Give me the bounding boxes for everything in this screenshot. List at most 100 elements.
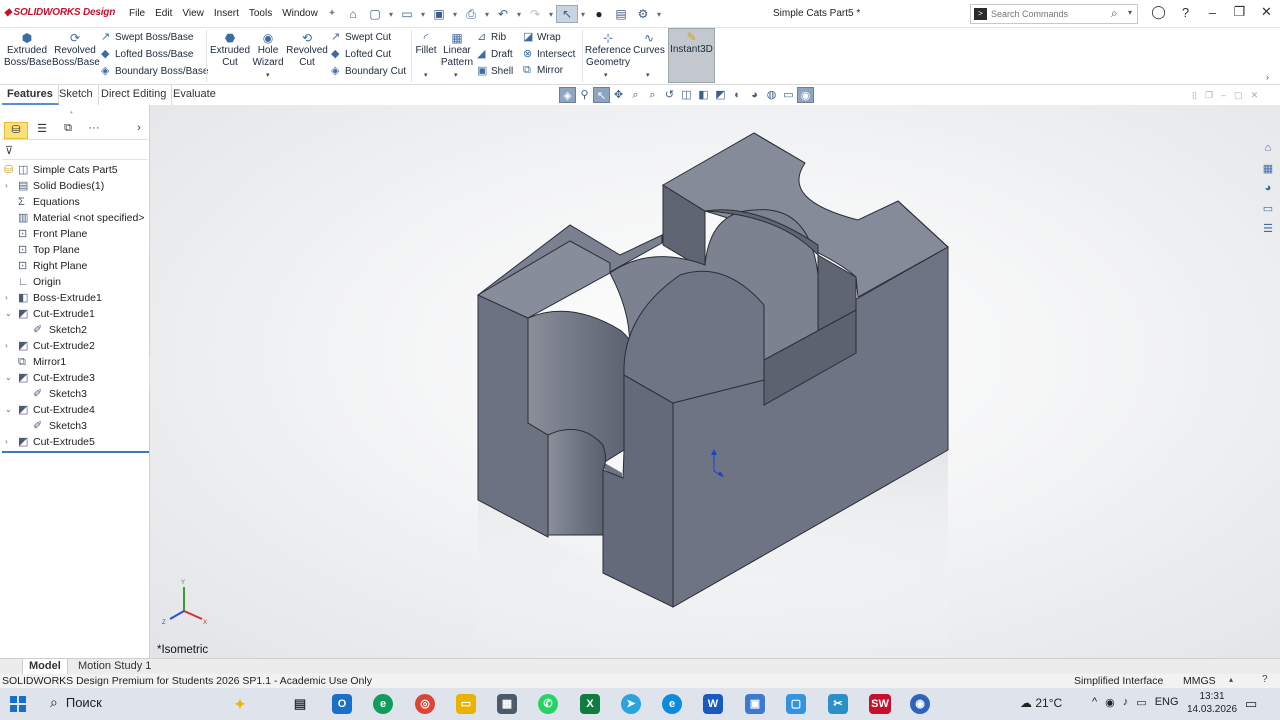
excel-icon[interactable]: X [580,694,600,714]
chevron-down-icon[interactable]: ▾ [514,5,524,23]
chevron-down-icon[interactable]: ▾ [646,71,650,79]
tree-item[interactable]: › ◩ Cut-Extrude5 [0,434,149,450]
appearances-icon[interactable]: ◕ [1256,182,1280,200]
realview-icon[interactable]: ◉ [797,87,814,103]
chevron-right-icon[interactable]: › [5,178,8,194]
chevron-down-icon[interactable]: ▾ [424,71,428,79]
taskbar-search[interactable]: ⌕ Поиск [50,694,102,711]
panel-grip[interactable]: • [70,108,73,117]
menu-edit[interactable]: Edit [150,8,177,19]
snipping-tool-icon[interactable]: ✂ [828,694,848,714]
tree-item[interactable]: ⊡ Front Plane [0,226,149,242]
tree-item[interactable]: ∟ Origin [0,274,149,290]
tab-motion-study[interactable]: Motion Study 1 [72,659,157,675]
menu-file[interactable]: File [124,8,150,19]
whatsapp-icon[interactable]: ✆ [538,694,558,714]
chevron-up-icon[interactable]: ^ [1092,696,1097,709]
scene-icon[interactable]: ◍ [763,87,780,103]
print-icon[interactable]: ⎙ [460,5,482,23]
draft-button[interactable]: ◢ Draft [477,47,513,60]
undo-icon[interactable]: ↶ [492,5,514,23]
tab-evaluate[interactable]: Evaluate [168,85,221,105]
open-folder-icon[interactable]: ▭ [396,5,418,23]
word-icon[interactable]: W [703,694,723,714]
chevron-down-icon[interactable]: ▾ [1128,8,1132,17]
menu-tools[interactable]: Tools [244,8,277,19]
chevron-right-icon[interactable]: › [1266,72,1269,82]
telegram-icon[interactable]: ➤ [621,694,641,714]
tree-item[interactable]: ✐ Sketch3 [0,418,149,434]
chevron-right-icon[interactable]: › [5,290,8,306]
solidworks-logo[interactable]: ◆ SOLIDWORKS Design [4,7,115,18]
curves-button[interactable]: ∿ Curves [632,30,666,57]
tree-item[interactable]: ✐ Sketch2 [0,322,149,338]
lofted-cut-button[interactable]: ◆ Lofted Cut [331,47,391,60]
intersect-button[interactable]: ⊗ Intersect [523,47,575,60]
chevron-down-icon[interactable]: ⌄ [5,402,12,418]
zoom-to-area-icon[interactable]: ⚲ [576,87,593,103]
more-tabs-icon[interactable]: ··· [82,122,106,139]
maximize-icon[interactable]: ▢ [1234,90,1243,101]
redo-icon[interactable]: ↷ [524,5,546,23]
media-icon[interactable]: ▢ [786,694,806,714]
task-view-icon[interactable]: ▤ [290,694,310,714]
user-account-icon[interactable]: ◯ [1145,4,1172,20]
boundary-boss-button[interactable]: ◈ Boundary Boss/Base [101,64,208,77]
solidworks-taskbar-icon[interactable]: SW [869,694,891,714]
chevron-down-icon[interactable]: ▾ [654,5,664,23]
zoom-to-fit-icon[interactable]: ◈ [559,87,576,103]
tree-item[interactable]: ⌄ ◩ Cut-Extrude3 [0,370,149,386]
wrap-button[interactable]: ◪ Wrap [523,30,561,43]
chevron-down-icon[interactable]: ▾ [418,5,428,23]
chevron-down-icon[interactable]: ▾ [450,5,460,23]
display-style-icon[interactable]: ◩ [712,87,729,103]
feature-manager-tab-icon[interactable]: ⛁ [4,122,28,139]
linear-pattern-button[interactable]: ▦ Linear Pattern [440,30,474,69]
mirror-button[interactable]: ⧉ Mirror [523,64,563,77]
pan-icon[interactable]: ✥ [610,87,627,103]
tree-item[interactable]: › ◩ Cut-Extrude2 [0,338,149,354]
property-manager-tab-icon[interactable]: ☰ [30,122,54,139]
boundary-cut-button[interactable]: ◈ Boundary Cut [331,64,406,77]
tree-item[interactable]: › ◧ Boss-Extrude1 [0,290,149,306]
restore-button[interactable]: ❐ [1226,4,1253,20]
revolved-boss-button[interactable]: ⟳ Revolved Boss/Base [52,30,100,69]
outlook-icon[interactable]: O [332,694,352,714]
swept-cut-button[interactable]: ↗ Swept Cut [331,30,391,43]
zoom-icon[interactable]: ⌕ [627,87,644,103]
extruded-boss-button[interactable]: ⬢ Extruded Boss/Base [4,30,52,69]
view-settings-icon[interactable]: ▭ [780,87,797,103]
pin-icon[interactable]: ✦ [323,8,341,19]
minimize-icon[interactable]: – [1221,90,1226,101]
tree-item[interactable]: ▥ Material <not specified> [0,210,149,226]
custom-properties-icon[interactable]: ☰ [1256,222,1280,240]
section-view-icon[interactable]: ◫ [678,87,695,103]
notification-icon[interactable]: ▭ [1245,696,1257,712]
store-icon[interactable]: ▣ [745,694,765,714]
taskbar-clock[interactable]: 13:31 14.03.2026 [1187,690,1237,716]
tile-icon[interactable]: ▯ [1192,90,1197,101]
chevron-right-icon[interactable]: › [5,338,8,354]
zoom-area-icon[interactable]: ⌕ [644,87,661,103]
unit-system[interactable]: MMGS [1183,675,1216,687]
tree-item[interactable]: Σ Equations [0,194,149,210]
tree-item[interactable]: ⊡ Right Plane [0,258,149,274]
rollback-bar[interactable] [2,451,149,453]
chevron-down-icon[interactable]: ▾ [546,5,556,23]
save-icon[interactable]: ▣ [428,5,450,23]
language-indicator[interactable]: ENG [1155,696,1179,709]
copilot-sparkle-icon[interactable]: ✦ [230,694,250,714]
tab-direct-editing[interactable]: Direct Editing [96,85,173,105]
edge-icon[interactable]: e [662,694,682,714]
gear-icon[interactable]: ⚙ [632,5,654,23]
design-library-icon[interactable]: ▦ [1256,162,1280,180]
minimize-button[interactable]: – [1199,5,1226,20]
close-button[interactable]: ✕ [1253,4,1280,20]
fillet-button[interactable]: ◜ Fillet [413,30,439,57]
chevron-down-icon[interactable]: ▾ [578,5,588,23]
view-orientation-icon[interactable]: ◧ [695,87,712,103]
chevron-down-icon[interactable]: ⌄ [5,370,12,386]
tab-features[interactable]: Features [2,85,59,105]
new-document-icon[interactable]: ▢ [364,5,386,23]
chevron-right-icon[interactable]: › [132,122,146,139]
